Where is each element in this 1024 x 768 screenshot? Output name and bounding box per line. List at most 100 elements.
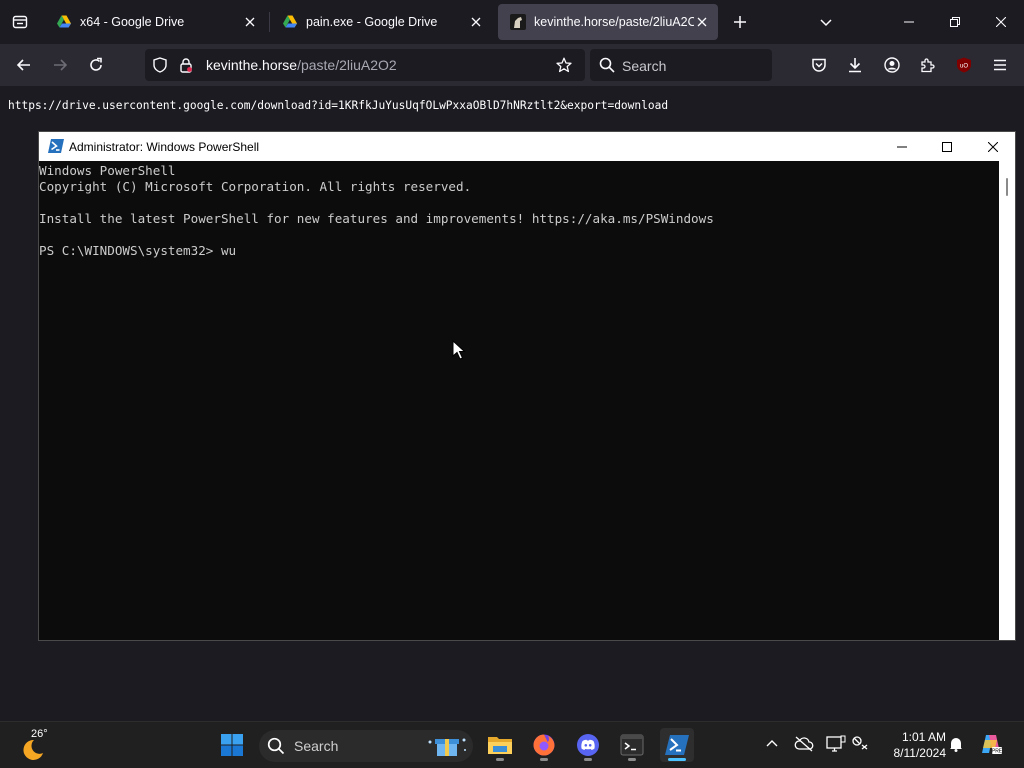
console-line: Windows PowerShell xyxy=(39,163,176,178)
powershell-window[interactable]: Administrator: Windows PowerShell Window… xyxy=(38,131,1016,641)
powershell-maximize-button[interactable] xyxy=(924,132,970,161)
display-tray-icon[interactable] xyxy=(824,732,848,756)
close-icon xyxy=(697,17,707,27)
horse-icon xyxy=(510,14,526,30)
powershell-taskbar-button[interactable] xyxy=(660,728,694,762)
powershell-console[interactable]: Windows PowerShell Copyright (C) Microso… xyxy=(39,161,999,640)
start-button[interactable] xyxy=(215,728,249,762)
search-icon xyxy=(267,737,285,755)
ublock-origin-icon: uO xyxy=(957,57,971,73)
lock-icon[interactable] xyxy=(178,57,194,73)
browser-minimize-button[interactable] xyxy=(886,0,932,44)
list-all-tabs-button[interactable] xyxy=(814,10,838,34)
taskbar-search-placeholder: Search xyxy=(294,738,339,754)
tab-title: pain.exe - Google Drive xyxy=(306,15,438,29)
paste-content-url[interactable]: https://drive.usercontent.google.com/dow… xyxy=(8,99,668,112)
show-hidden-icons-button[interactable] xyxy=(760,732,784,756)
forward-button[interactable] xyxy=(44,49,76,81)
browser-toolbar: kevinthe.horse/paste/2liuA2O2 Search uO xyxy=(0,44,1024,86)
powershell-minimize-button[interactable] xyxy=(879,132,925,161)
network-disconnected-icon xyxy=(852,736,868,750)
running-indicator xyxy=(496,758,504,761)
new-tab-button[interactable] xyxy=(728,10,752,34)
powershell-close-button[interactable] xyxy=(970,132,1016,161)
terminal-taskbar-button[interactable] xyxy=(615,728,649,762)
address-bar[interactable]: kevinthe.horse/paste/2liuA2O2 xyxy=(145,49,585,81)
clock-date: 8/11/2024 xyxy=(893,746,947,760)
url-path: /paste/2liuA2O2 xyxy=(297,57,397,73)
running-indicator xyxy=(628,758,636,761)
discord-icon xyxy=(577,734,599,756)
browser-restore-button[interactable] xyxy=(932,0,978,44)
taskbar-search-box[interactable]: Search xyxy=(259,730,473,762)
hamburger-menu-icon xyxy=(994,59,1006,71)
extensions-button[interactable] xyxy=(912,49,944,81)
chevron-down-icon xyxy=(820,19,832,27)
terminal-icon xyxy=(620,734,644,756)
cloud-offline-icon xyxy=(794,736,814,752)
ublock-origin-button[interactable]: uO xyxy=(948,49,980,81)
reload-button[interactable] xyxy=(80,49,112,81)
firefox-view-button[interactable] xyxy=(4,6,36,38)
tab-title: kevinthe.horse/paste/2liuA2O2 xyxy=(534,15,694,29)
google-drive-icon xyxy=(57,15,71,28)
back-button[interactable] xyxy=(8,49,40,81)
onedrive-tray-icon[interactable] xyxy=(792,732,816,756)
firefox-icon xyxy=(533,734,555,756)
close-tab-button[interactable] xyxy=(242,14,258,30)
tab-pain-exe-google-drive[interactable]: pain.exe - Google Drive xyxy=(270,4,492,40)
folder-icon xyxy=(488,737,512,754)
copilot-icon: PRE xyxy=(982,735,1003,755)
tab-x64-google-drive[interactable]: x64 - Google Drive xyxy=(44,4,266,40)
powershell-icon xyxy=(665,735,689,755)
pocket-icon xyxy=(812,58,826,72)
powershell-window-title: Administrator: Windows PowerShell xyxy=(69,140,260,154)
weather-widget[interactable]: 26° xyxy=(18,728,58,764)
downloads-button[interactable] xyxy=(839,49,871,81)
search-highlight-gift-icon xyxy=(428,738,466,756)
copilot-button[interactable]: PRE xyxy=(979,732,1003,756)
minimize-icon xyxy=(897,146,907,147)
file-explorer-taskbar-button[interactable] xyxy=(483,728,517,762)
close-icon xyxy=(245,17,255,27)
mouse-pointer-icon xyxy=(452,340,466,360)
discord-taskbar-button[interactable] xyxy=(571,728,605,762)
account-icon xyxy=(884,57,900,73)
account-button[interactable] xyxy=(876,49,908,81)
reload-icon xyxy=(90,57,102,71)
tab-kevinthe-horse-paste[interactable]: kevinthe.horse/paste/2liuA2O2 xyxy=(498,4,718,40)
browser-close-button[interactable] xyxy=(978,0,1024,44)
search-placeholder: Search xyxy=(622,58,667,74)
svg-text:PRE: PRE xyxy=(992,749,1003,755)
bell-icon xyxy=(950,738,962,752)
pocket-button[interactable] xyxy=(803,49,835,81)
firefox-taskbar-button[interactable] xyxy=(527,728,561,762)
close-tab-button[interactable] xyxy=(468,14,484,30)
restore-icon xyxy=(950,17,960,27)
weather-temperature: 26° xyxy=(31,728,48,740)
active-indicator xyxy=(668,758,686,761)
network-volume-tray-icon[interactable] xyxy=(849,732,873,756)
ublock-badge-text: uO xyxy=(960,64,968,70)
firefox-view-icon xyxy=(12,15,28,29)
close-icon xyxy=(471,17,481,27)
bookmark-star-icon[interactable] xyxy=(556,57,572,73)
notifications-button[interactable] xyxy=(944,732,968,756)
windows-taskbar: 26° Search 1:01 AM 8/11/2024 PRE xyxy=(0,721,1024,768)
console-line: Copyright (C) Microsoft Corporation. All… xyxy=(39,179,472,194)
tracking-protection-shield-icon[interactable] xyxy=(152,57,168,73)
monitor-icon xyxy=(826,735,846,752)
search-bar[interactable]: Search xyxy=(590,49,772,81)
tab-title: x64 - Google Drive xyxy=(80,15,185,29)
powershell-scrollbar[interactable] xyxy=(999,161,1015,640)
console-prompt-line[interactable]: PS C:\WINDOWS\system32> wu xyxy=(39,243,999,259)
puzzle-icon xyxy=(921,58,935,73)
powershell-title-bar[interactable]: Administrator: Windows PowerShell xyxy=(39,132,1015,161)
app-menu-button[interactable] xyxy=(984,49,1016,81)
system-clock[interactable]: 1:01 AM 8/11/2024 xyxy=(876,729,947,761)
windows-logo-icon xyxy=(221,734,243,756)
scrollbar-thumb[interactable] xyxy=(1006,178,1008,196)
close-tab-button[interactable] xyxy=(694,14,710,30)
